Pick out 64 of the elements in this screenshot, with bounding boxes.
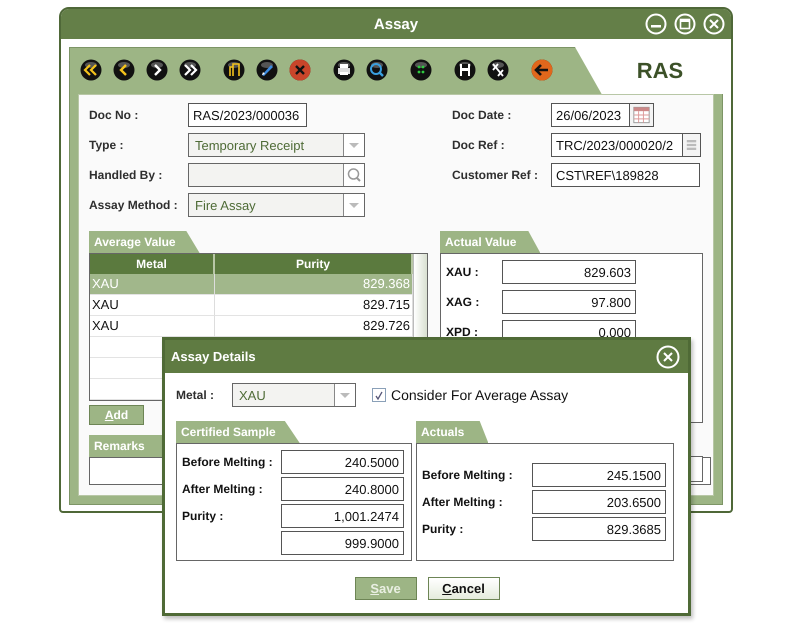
value-field[interactable]: 240.5000: [281, 450, 404, 474]
lookup-field[interactable]: [188, 163, 365, 187]
column-header: Purity: [215, 254, 413, 274]
double-right-chevron-icon[interactable]: [179, 59, 201, 81]
left-chevron-icon[interactable]: [113, 59, 135, 81]
checkbox[interactable]: [372, 388, 386, 402]
field-label: Doc Date :: [452, 108, 512, 122]
field-label: XAU :: [446, 265, 480, 279]
right-chevron-icon[interactable]: [146, 59, 168, 81]
checkbox-label: Consider For Average Assay: [391, 387, 568, 403]
module-tab-label: RAS: [575, 47, 723, 94]
caret-icon[interactable]: [343, 194, 364, 216]
double-left-chevron-icon[interactable]: [80, 59, 102, 81]
dropdown[interactable]: XAU: [232, 383, 356, 407]
value-field[interactable]: 203.6500: [532, 490, 666, 514]
pen-icon[interactable]: [256, 59, 278, 81]
printer-icon[interactable]: [333, 59, 355, 81]
field-label: XPD :: [446, 325, 480, 339]
calendar-icon[interactable]: [630, 103, 654, 127]
field-label: Doc No :: [89, 108, 140, 122]
column-header: Metal: [90, 254, 215, 274]
value-field[interactable]: 829.603: [502, 260, 636, 284]
field-label: Before Melting :: [422, 468, 513, 482]
caret-icon[interactable]: [334, 384, 355, 406]
close-icon[interactable]: [656, 344, 680, 368]
field-label: Doc Ref :: [452, 138, 506, 152]
text-field[interactable]: TRC/2023/000020/2: [551, 133, 683, 157]
field-label: Assay Method :: [89, 198, 179, 212]
value-field[interactable]: 1,001.2474: [281, 504, 404, 528]
cross-icon[interactable]: [289, 59, 311, 81]
field-label: Type :: [89, 138, 124, 152]
value-field[interactable]: 999.9000: [281, 531, 404, 555]
caret-icon[interactable]: [343, 134, 364, 156]
value-field[interactable]: 240.8000: [281, 477, 404, 501]
list-icon[interactable]: [683, 133, 701, 157]
field-label: Purity :: [422, 522, 464, 536]
left-arrow-icon[interactable]: [531, 59, 553, 81]
x-subscript-icon[interactable]: [487, 59, 509, 81]
text-field[interactable]: RAS/2023/000036: [188, 103, 307, 127]
dropdown[interactable]: Fire Assay: [188, 193, 365, 217]
dropdown[interactable]: Temporary Receipt: [188, 133, 365, 157]
text-field[interactable]: CST\REF\189828: [551, 163, 700, 187]
field-label: Customer Ref :: [452, 168, 540, 182]
dialog-title: Assay Details: [171, 349, 256, 364]
value-field[interactable]: 97.800: [502, 290, 636, 314]
cancel-button[interactable]: Cancel: [428, 577, 500, 600]
date-field[interactable]: 26/06/2023: [551, 103, 630, 127]
dots-icon[interactable]: [410, 59, 432, 81]
field-label: Before Melting :: [182, 455, 273, 469]
field-label: Purity :: [182, 509, 224, 523]
close-icon[interactable]: [703, 13, 725, 35]
value-field[interactable]: 829.3685: [532, 517, 666, 541]
field-label: After Melting :: [422, 495, 503, 509]
field-label: After Melting :: [182, 482, 263, 496]
field-label: Metal :: [176, 388, 216, 402]
field-label: XAG :: [446, 295, 480, 309]
value-field[interactable]: 245.1500: [532, 463, 666, 487]
minimize-icon[interactable]: [645, 13, 667, 35]
search-icon[interactable]: [366, 59, 388, 81]
table-cell[interactable]: XAU: [90, 295, 215, 316]
field-label: Handled By :: [89, 168, 164, 182]
window-title: Assay: [374, 16, 418, 32]
maximize-icon[interactable]: [674, 13, 696, 35]
table-cell[interactable]: 829.715: [215, 295, 413, 316]
